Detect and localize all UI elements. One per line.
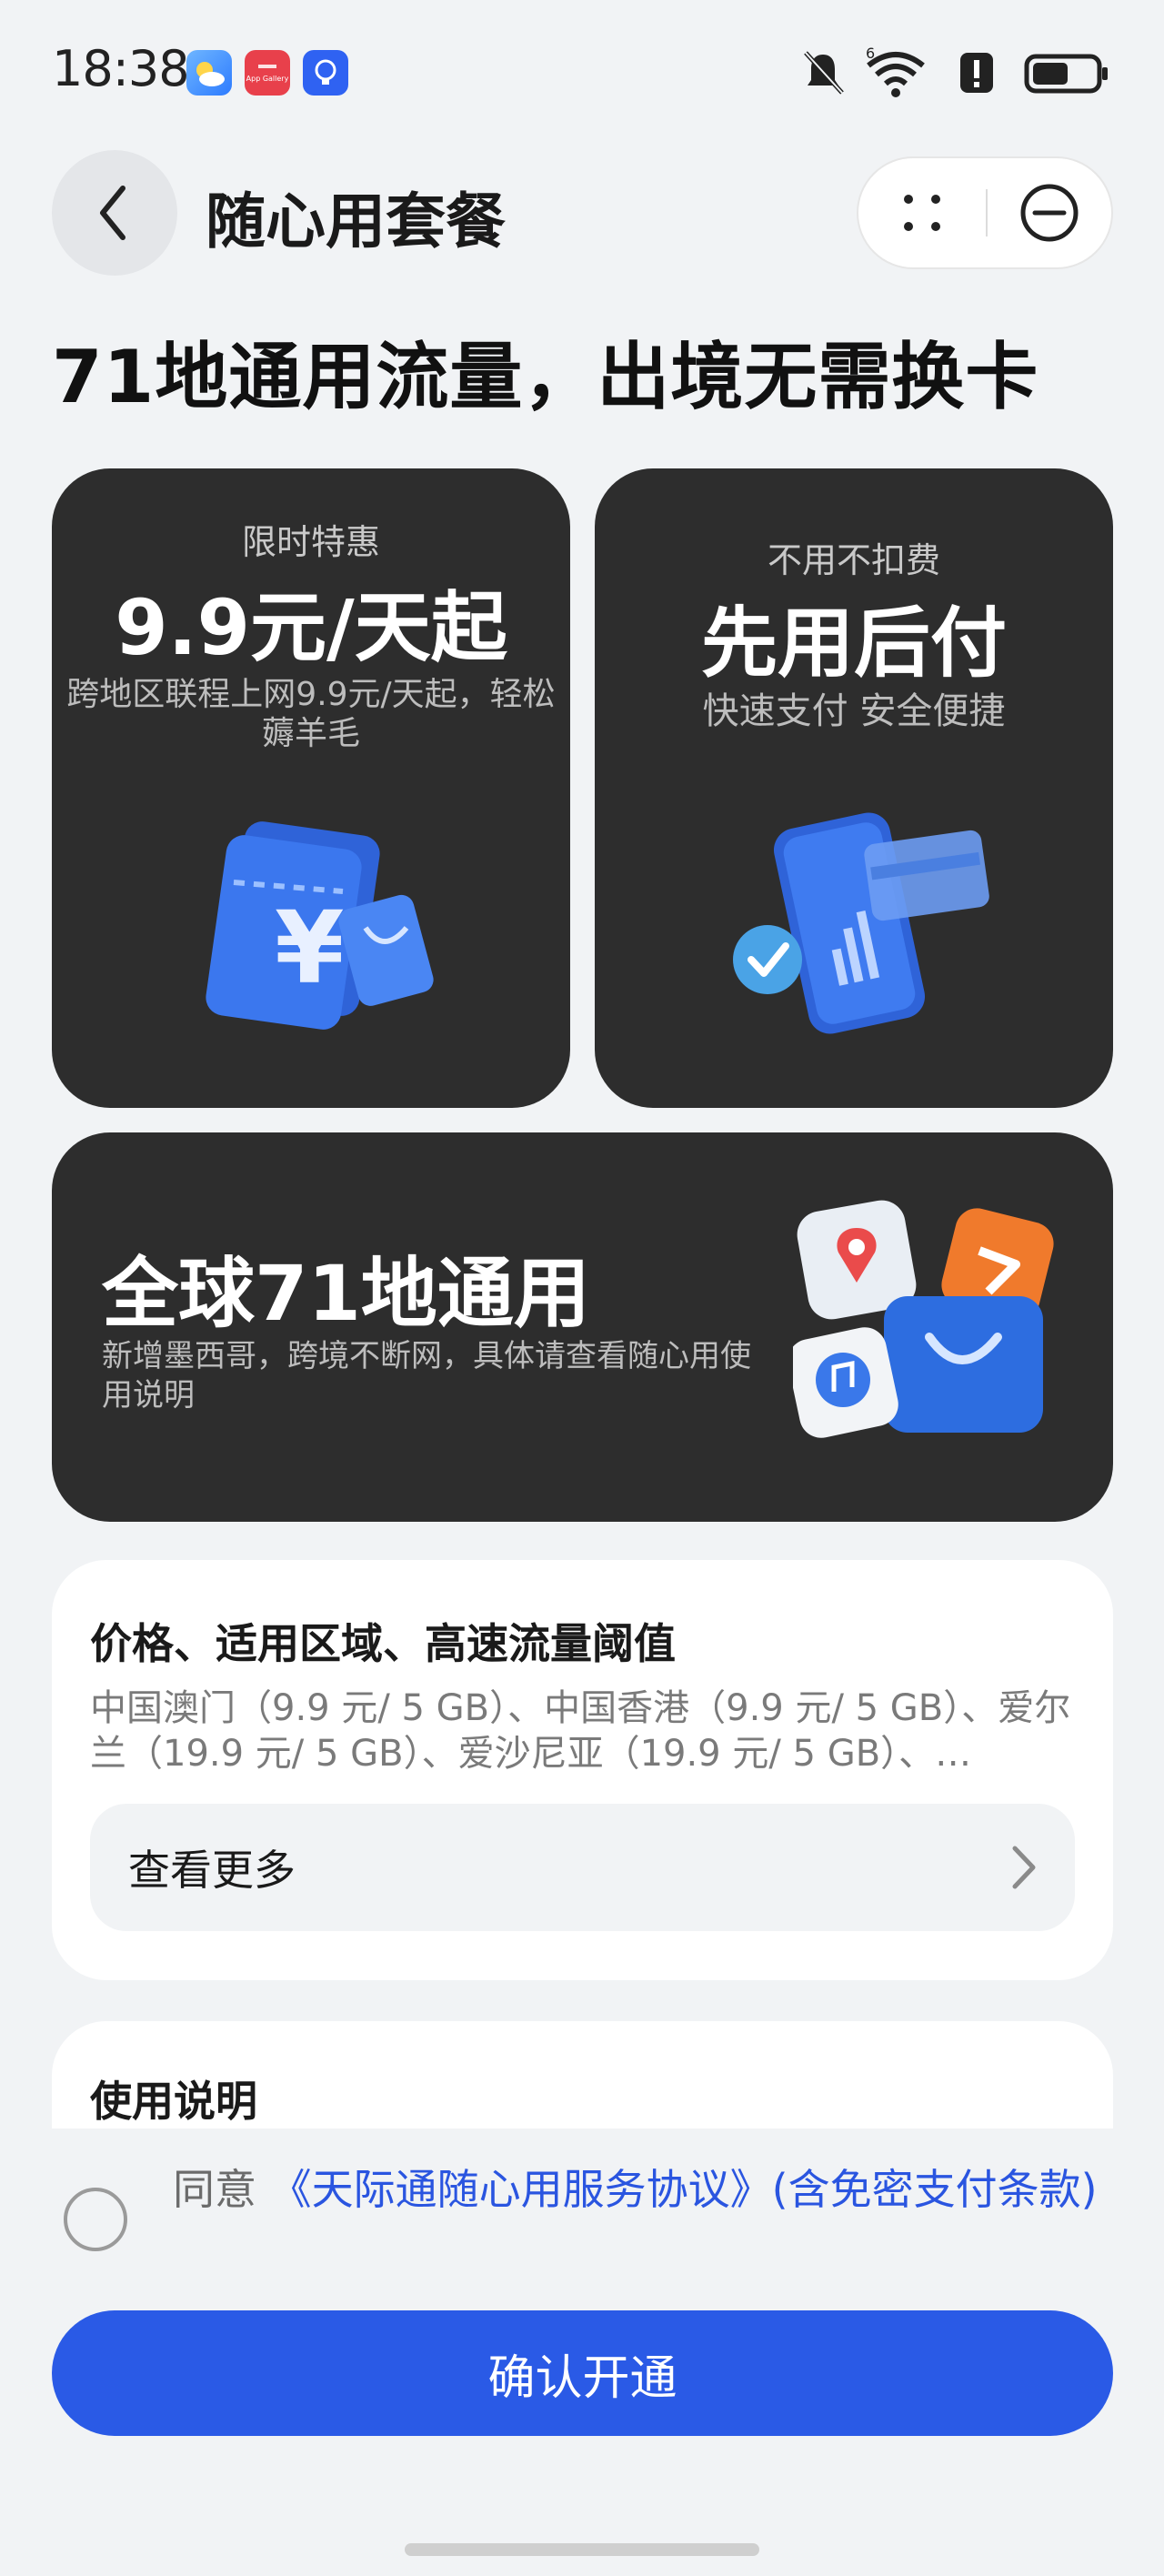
headline: 71地通用流量，出境无需换卡	[52, 335, 1039, 419]
page-title: 随心用套餐	[206, 186, 506, 257]
more-button[interactable]	[858, 158, 986, 267]
global-card: 全球71地通用 新增墨西哥，跨境不断网，具体请查看随心用使用说明	[52, 1132, 1113, 1522]
wallet-illustration-icon: ¥	[206, 821, 434, 1030]
home-indicator	[405, 2543, 759, 2556]
svg-text:¥: ¥	[275, 890, 345, 1006]
pay-later-title: 先用后付	[700, 599, 1007, 688]
chevron-right-icon	[1012, 1846, 1036, 1889]
price-region-title: 价格、适用区域、高速流量阈值	[90, 1619, 676, 1668]
back-button[interactable]	[52, 150, 177, 276]
view-more-label: 查看更多	[128, 1846, 296, 1895]
global-desc: 新增墨西哥，跨境不断网，具体请查看随心用使用说明	[102, 1338, 751, 1414]
app-gallery-icon: App Gallery	[245, 50, 290, 96]
agreement-checkbox[interactable]	[64, 2188, 127, 2251]
mute-bell-icon	[804, 51, 844, 95]
weather-icon	[186, 50, 232, 96]
price-region-body: 中国澳门（9.9 元/ 5 GB）、中国香港（9.9 元/ 5 GB）、爱尔兰（…	[90, 1687, 1071, 1775]
global-apps-illustration-icon	[793, 1200, 1054, 1438]
phone-payment-illustration-icon	[733, 812, 989, 1034]
promo-desc: 跨地区联程上网9.9元/天起，轻松薅羊毛	[66, 676, 556, 753]
tips-icon	[303, 50, 348, 96]
close-button[interactable]	[988, 158, 1111, 267]
battery-icon	[1024, 54, 1108, 94]
confirm-button[interactable]: 确认开通	[52, 2310, 1113, 2436]
app-gallery-label: App Gallery	[246, 75, 289, 83]
promo-card: 限时特惠 9.9元/天起 跨地区联程上网9.9元/天起，轻松薅羊毛 ¥	[52, 468, 570, 1108]
minus-circle-icon	[1020, 184, 1079, 242]
mini-program-capsule	[857, 156, 1113, 269]
chevron-left-icon	[100, 186, 125, 240]
agreement-text: 同意 《天际通随心用服务协议》(含免密支付条款)	[173, 2163, 1119, 2218]
pay-later-desc: 快速支付 安全便捷	[702, 690, 1006, 732]
status-bar: 18:38 App Gallery 6	[0, 0, 1164, 136]
status-time: 18:38	[52, 40, 190, 97]
pay-later-card: 不用不扣费 先用后付 快速支付 安全便捷	[595, 468, 1113, 1108]
global-title: 全球71地通用	[102, 1249, 590, 1338]
wifi-icon: 6	[866, 45, 925, 97]
promo-tag: 限时特惠	[241, 522, 380, 562]
usage-card: 使用说明	[52, 2021, 1113, 2130]
wifi-signal-label: 6	[866, 45, 875, 62]
more-dots-icon	[904, 195, 940, 231]
agreement-link[interactable]: 《天际通随心用服务协议》(含免密支付条款)	[270, 2165, 1098, 2214]
price-region-card: 价格、适用区域、高速流量阈值 中国澳门（9.9 元/ 5 GB）、中国香港（9.…	[52, 1560, 1113, 1980]
alert-icon	[960, 53, 993, 93]
agreement-prefix: 同意	[173, 2165, 270, 2214]
view-more-button[interactable]: 查看更多	[90, 1804, 1075, 1931]
promo-title: 9.9元/天起	[115, 583, 507, 672]
usage-title: 使用说明	[90, 2077, 257, 2126]
pay-later-tag: 不用不扣费	[767, 540, 940, 580]
